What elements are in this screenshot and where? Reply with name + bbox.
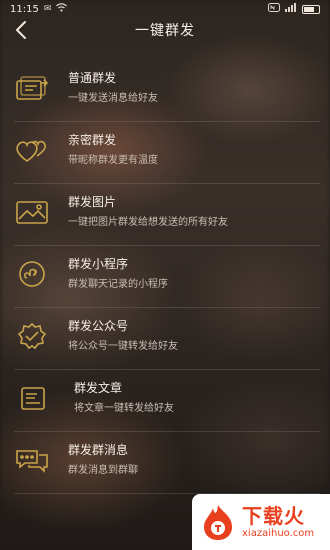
item-subtitle: 群发消息到群聊: [68, 465, 138, 476]
mini-program-icon: [12, 258, 52, 290]
item-subtitle: 带昵称群发更有温度: [68, 155, 158, 166]
item-subtitle: 群发聊天记录的小程序: [68, 279, 168, 290]
list-item-images[interactable]: 群发图片 一键把图片群发给想发送的所有好友: [0, 184, 330, 246]
nfc-icon: [268, 3, 280, 15]
article-icon: [12, 382, 52, 414]
official-account-icon: [12, 320, 52, 352]
watermark-url: xiazaihuo.com: [242, 528, 315, 539]
item-subtitle: 将文章一键转发给好友: [74, 403, 174, 414]
item-title: 群发公众号: [68, 319, 129, 333]
page-title: 一键群发: [135, 23, 195, 39]
wifi-icon: [56, 3, 68, 15]
item-subtitle: 一键发送消息给好友: [68, 93, 158, 104]
item-title: 群发群消息: [68, 443, 129, 457]
status-bar: 11:15 ✉: [0, 0, 330, 18]
back-button[interactable]: [10, 18, 32, 42]
item-subtitle: 一键把图片群发给想发送的所有好友: [68, 217, 228, 228]
broadcast-message-icon: [12, 72, 52, 104]
group-chat-icon: [12, 444, 52, 476]
chevron-left-icon: [16, 21, 26, 39]
notification-icon: ✉: [43, 4, 52, 14]
status-time: 11:15: [10, 3, 39, 15]
list-item-intimate[interactable]: 亲密群发 带昵称群发更有温度: [0, 122, 330, 184]
item-subtitle: 将公众号一键转发给好友: [68, 341, 178, 352]
battery-icon: [302, 4, 320, 14]
item-title: 群发图片: [68, 195, 117, 209]
hearts-icon: [12, 134, 52, 166]
item-title: 群发文章: [74, 381, 123, 395]
item-title: 普通群发: [68, 71, 117, 85]
image-icon: [12, 196, 52, 228]
signal-icon: [285, 3, 297, 15]
list-item-mini-program[interactable]: 群发小程序 群发聊天记录的小程序: [0, 246, 330, 308]
list-item-official-account[interactable]: 群发公众号 将公众号一键转发给好友: [0, 308, 330, 370]
watermark-brand: 下载火: [242, 504, 305, 528]
list-item-broadcast[interactable]: 普通群发 一键发送消息给好友: [0, 60, 330, 122]
watermark: 下载火 xiazaihuo.com: [192, 494, 330, 550]
flame-logo-icon: [204, 505, 232, 540]
list-item-group-message[interactable]: 群发群消息 群发消息到群聊: [0, 432, 330, 494]
list-item-article[interactable]: 群发文章 将文章一键转发给好友: [0, 370, 330, 432]
feature-list: 普通群发 一键发送消息给好友 亲密群发 带昵称群发更有温度 群发图片 一键把图片…: [0, 60, 330, 494]
item-title: 亲密群发: [68, 133, 117, 147]
item-title: 群发小程序: [68, 257, 129, 271]
header: 一键群发: [0, 18, 330, 42]
